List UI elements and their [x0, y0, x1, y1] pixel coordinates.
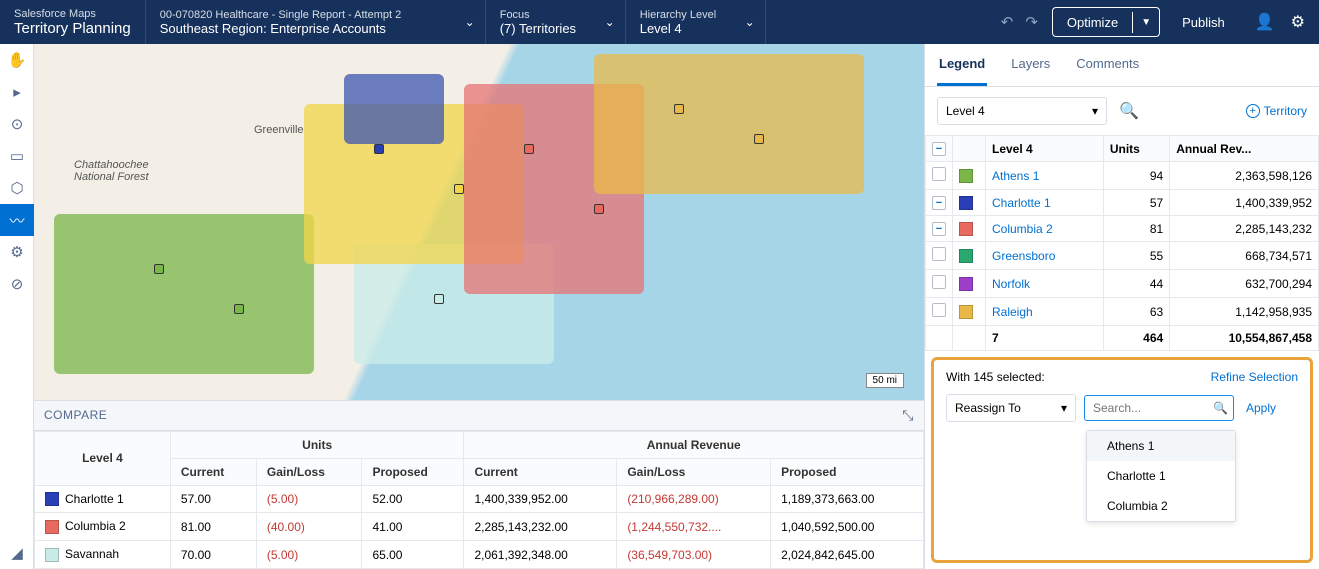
settings-tool[interactable]: ⚙	[0, 236, 34, 268]
color-swatch	[959, 169, 973, 183]
search-option[interactable]: Columbia 2	[1087, 491, 1235, 521]
color-swatch	[959, 222, 973, 236]
city-label: Greenville	[254, 124, 304, 136]
reassign-dropdown[interactable]: Reassign To ▾	[946, 394, 1076, 422]
polygon-tool[interactable]: ⬡	[0, 172, 34, 204]
color-swatch	[959, 196, 973, 210]
row-checkbox[interactable]	[932, 222, 946, 236]
territory-search-input[interactable]	[1084, 395, 1234, 421]
header-history: ↶ ↷	[765, 0, 1046, 44]
compare-row: Columbia 2 81.00(40.00)41.00 2,285,143,2…	[35, 513, 924, 541]
pan-tool[interactable]: ✋	[0, 44, 34, 76]
legend-row: Columbia 2 812,285,143,232	[926, 216, 1319, 242]
hierarchy-selector[interactable]: Hierarchy Level Level 4 ⌄	[625, 0, 765, 44]
lasso-tool[interactable]: 〰	[0, 204, 34, 236]
add-territory-button[interactable]: + Territory	[1246, 104, 1307, 118]
chevron-down-icon: ⌄	[465, 15, 475, 29]
chevron-down-icon: ⌄	[745, 15, 755, 29]
compare-row: Charlotte 1 57.00(5.00)52.00 1,400,339,9…	[35, 485, 924, 513]
territory-link[interactable]: Columbia 2	[986, 216, 1104, 242]
compare-table: Level 4 Units Annual Revenue Current Gai…	[34, 431, 924, 569]
level-dropdown[interactable]: Level 4 ▾	[937, 97, 1107, 125]
color-swatch	[959, 305, 973, 319]
right-sidebar: Legend Layers Comments Level 4 ▾ 🔍 + Ter…	[924, 44, 1319, 569]
legend-row: Charlotte 1 571,400,339,952	[926, 190, 1319, 216]
chevron-down-icon: ▾	[1061, 401, 1067, 415]
redo-icon[interactable]: ↷	[1025, 13, 1038, 31]
legend-row: Greensboro 55668,734,571	[926, 242, 1319, 270]
territory-link[interactable]: Charlotte 1	[986, 190, 1104, 216]
search-option[interactable]: Charlotte 1	[1087, 461, 1235, 491]
row-checkbox[interactable]	[932, 196, 946, 210]
territory-link[interactable]: Norfolk	[986, 270, 1104, 298]
territory-link[interactable]: Athens 1	[986, 162, 1104, 190]
territory-search-results: Athens 1 Charlotte 1 Columbia 2	[1086, 430, 1236, 522]
clear-tool[interactable]: ⊘	[0, 268, 34, 300]
territory-link[interactable]: Raleigh	[986, 298, 1104, 326]
color-swatch	[959, 277, 973, 291]
territory-map[interactable]: Greenville Chattahoochee National Forest…	[34, 44, 924, 400]
territory-link[interactable]: Greensboro	[986, 242, 1104, 270]
legend-table: Level 4 Units Annual Rev... Athens 1 942…	[925, 135, 1319, 351]
sidebar-tabs: Legend Layers Comments	[925, 44, 1319, 87]
selection-count-label: With 145 selected:	[946, 370, 1045, 384]
chevron-down-icon: ⌄	[605, 15, 615, 29]
compare-title: COMPARE	[44, 408, 107, 422]
app-name-small: Salesforce Maps	[14, 8, 131, 20]
tab-comments[interactable]: Comments	[1074, 44, 1141, 86]
row-checkbox[interactable]	[932, 303, 946, 317]
chevron-down-icon: ▾	[1092, 104, 1098, 118]
app-name-big: Territory Planning	[14, 20, 131, 37]
publish-button[interactable]: Publish	[1166, 10, 1241, 35]
color-swatch	[959, 249, 973, 263]
select-all-checkbox[interactable]	[932, 142, 946, 156]
search-icon[interactable]: 🔍	[1115, 97, 1143, 125]
selection-panel: With 145 selected: Refine Selection Reas…	[931, 357, 1313, 563]
compare-collapse-icon[interactable]: ⤡	[902, 407, 914, 424]
map-tool-rail: ✋ ▸ ⊙ ▭ ⬡ 〰 ⚙ ⊘ ◢	[0, 44, 34, 569]
header-actions: 👤 ⚙	[1241, 0, 1319, 44]
map-scale: 50 mi	[866, 373, 904, 388]
search-option[interactable]: Athens 1	[1087, 431, 1235, 461]
gear-icon[interactable]: ⚙	[1291, 12, 1305, 32]
plus-icon: +	[1246, 104, 1260, 118]
refine-selection-link[interactable]: Refine Selection	[1211, 370, 1298, 384]
pointer-tool[interactable]: ▸	[0, 76, 34, 108]
circle-tool[interactable]: ⊙	[0, 108, 34, 140]
row-checkbox[interactable]	[932, 167, 946, 181]
dataset-selector[interactable]: 00-070820 Healthcare - Single Report - A…	[145, 0, 485, 44]
optimize-button[interactable]: Optimize ▼	[1052, 7, 1160, 37]
legend-row: Athens 1 942,363,598,126	[926, 162, 1319, 190]
legend-row: Raleigh 631,142,958,935	[926, 298, 1319, 326]
undo-icon[interactable]: ↶	[1001, 13, 1014, 31]
tab-legend[interactable]: Legend	[937, 44, 987, 86]
optimize-dropdown-icon[interactable]: ▼	[1132, 12, 1159, 33]
compare-header: COMPARE ⤡	[34, 400, 924, 431]
layers-tool[interactable]: ◢	[0, 537, 34, 569]
tab-layers[interactable]: Layers	[1009, 44, 1052, 86]
legend-row: Norfolk 44632,700,294	[926, 270, 1319, 298]
apply-button[interactable]: Apply	[1242, 395, 1280, 421]
row-checkbox[interactable]	[932, 275, 946, 289]
row-checkbox[interactable]	[932, 247, 946, 261]
user-icon[interactable]: 👤	[1255, 12, 1275, 32]
app-header: Salesforce Maps Territory Planning 00-07…	[0, 0, 1319, 44]
app-title-block: Salesforce Maps Territory Planning	[0, 0, 145, 44]
forest-label: Chattahoochee National Forest	[74, 159, 149, 183]
compare-row: Savannah 70.00(5.00)65.00 2,061,392,348.…	[35, 541, 924, 569]
focus-selector[interactable]: Focus (7) Territories ⌄	[485, 0, 625, 44]
rectangle-tool[interactable]: ▭	[0, 140, 34, 172]
